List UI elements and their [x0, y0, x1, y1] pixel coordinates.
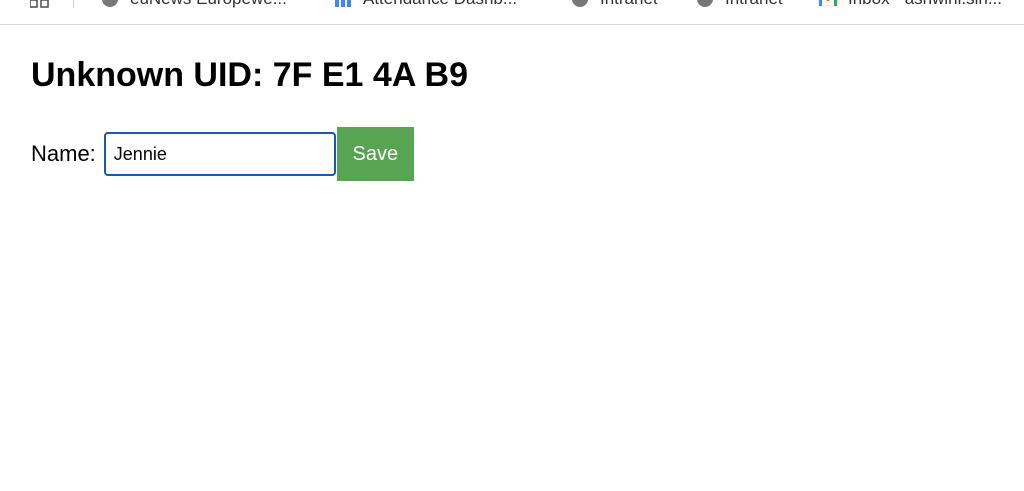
bookmark-item-intranet-1[interactable]: Intranet — [570, 0, 658, 8]
name-label: Name: — [31, 141, 96, 166]
bookmark-label: Intranet — [600, 0, 658, 9]
page-title: Unknown UID: 7F E1 4A B9 — [31, 56, 469, 94]
bookmark-label: Inbox - ashwini.sin... — [848, 0, 1002, 9]
globe-icon — [572, 0, 588, 7]
bookmark-item-attendance[interactable]: Attendance Dashb... — [333, 0, 517, 8]
name-input[interactable] — [103, 132, 336, 176]
bookmark-item-intranet-2[interactable]: Intranet — [695, 0, 783, 8]
globe-icon — [102, 0, 118, 7]
gmail-icon — [818, 0, 838, 7]
bookmark-label: euNews Europewe... — [130, 0, 287, 9]
apps-grid-icon[interactable] — [30, 0, 50, 8]
bookmark-item-eunews[interactable]: euNews Europewe... — [100, 0, 287, 8]
dashboard-icon — [335, 0, 351, 7]
bookmark-label: Attendance Dashb... — [363, 0, 517, 9]
name-form: Name: Save — [31, 127, 414, 181]
bookmarks-bar: euNews Europewe... Attendance Dashb... I… — [0, 0, 1024, 25]
page-content: Unknown UID: 7F E1 4A B9 — [31, 52, 468, 98]
save-button[interactable]: Save — [336, 127, 414, 181]
bookmark-item-inbox[interactable]: Inbox - ashwini.sin... — [818, 0, 1002, 8]
globe-icon — [697, 0, 713, 7]
bookmarks-separator — [73, 0, 74, 8]
bookmark-label: Intranet — [725, 0, 783, 9]
